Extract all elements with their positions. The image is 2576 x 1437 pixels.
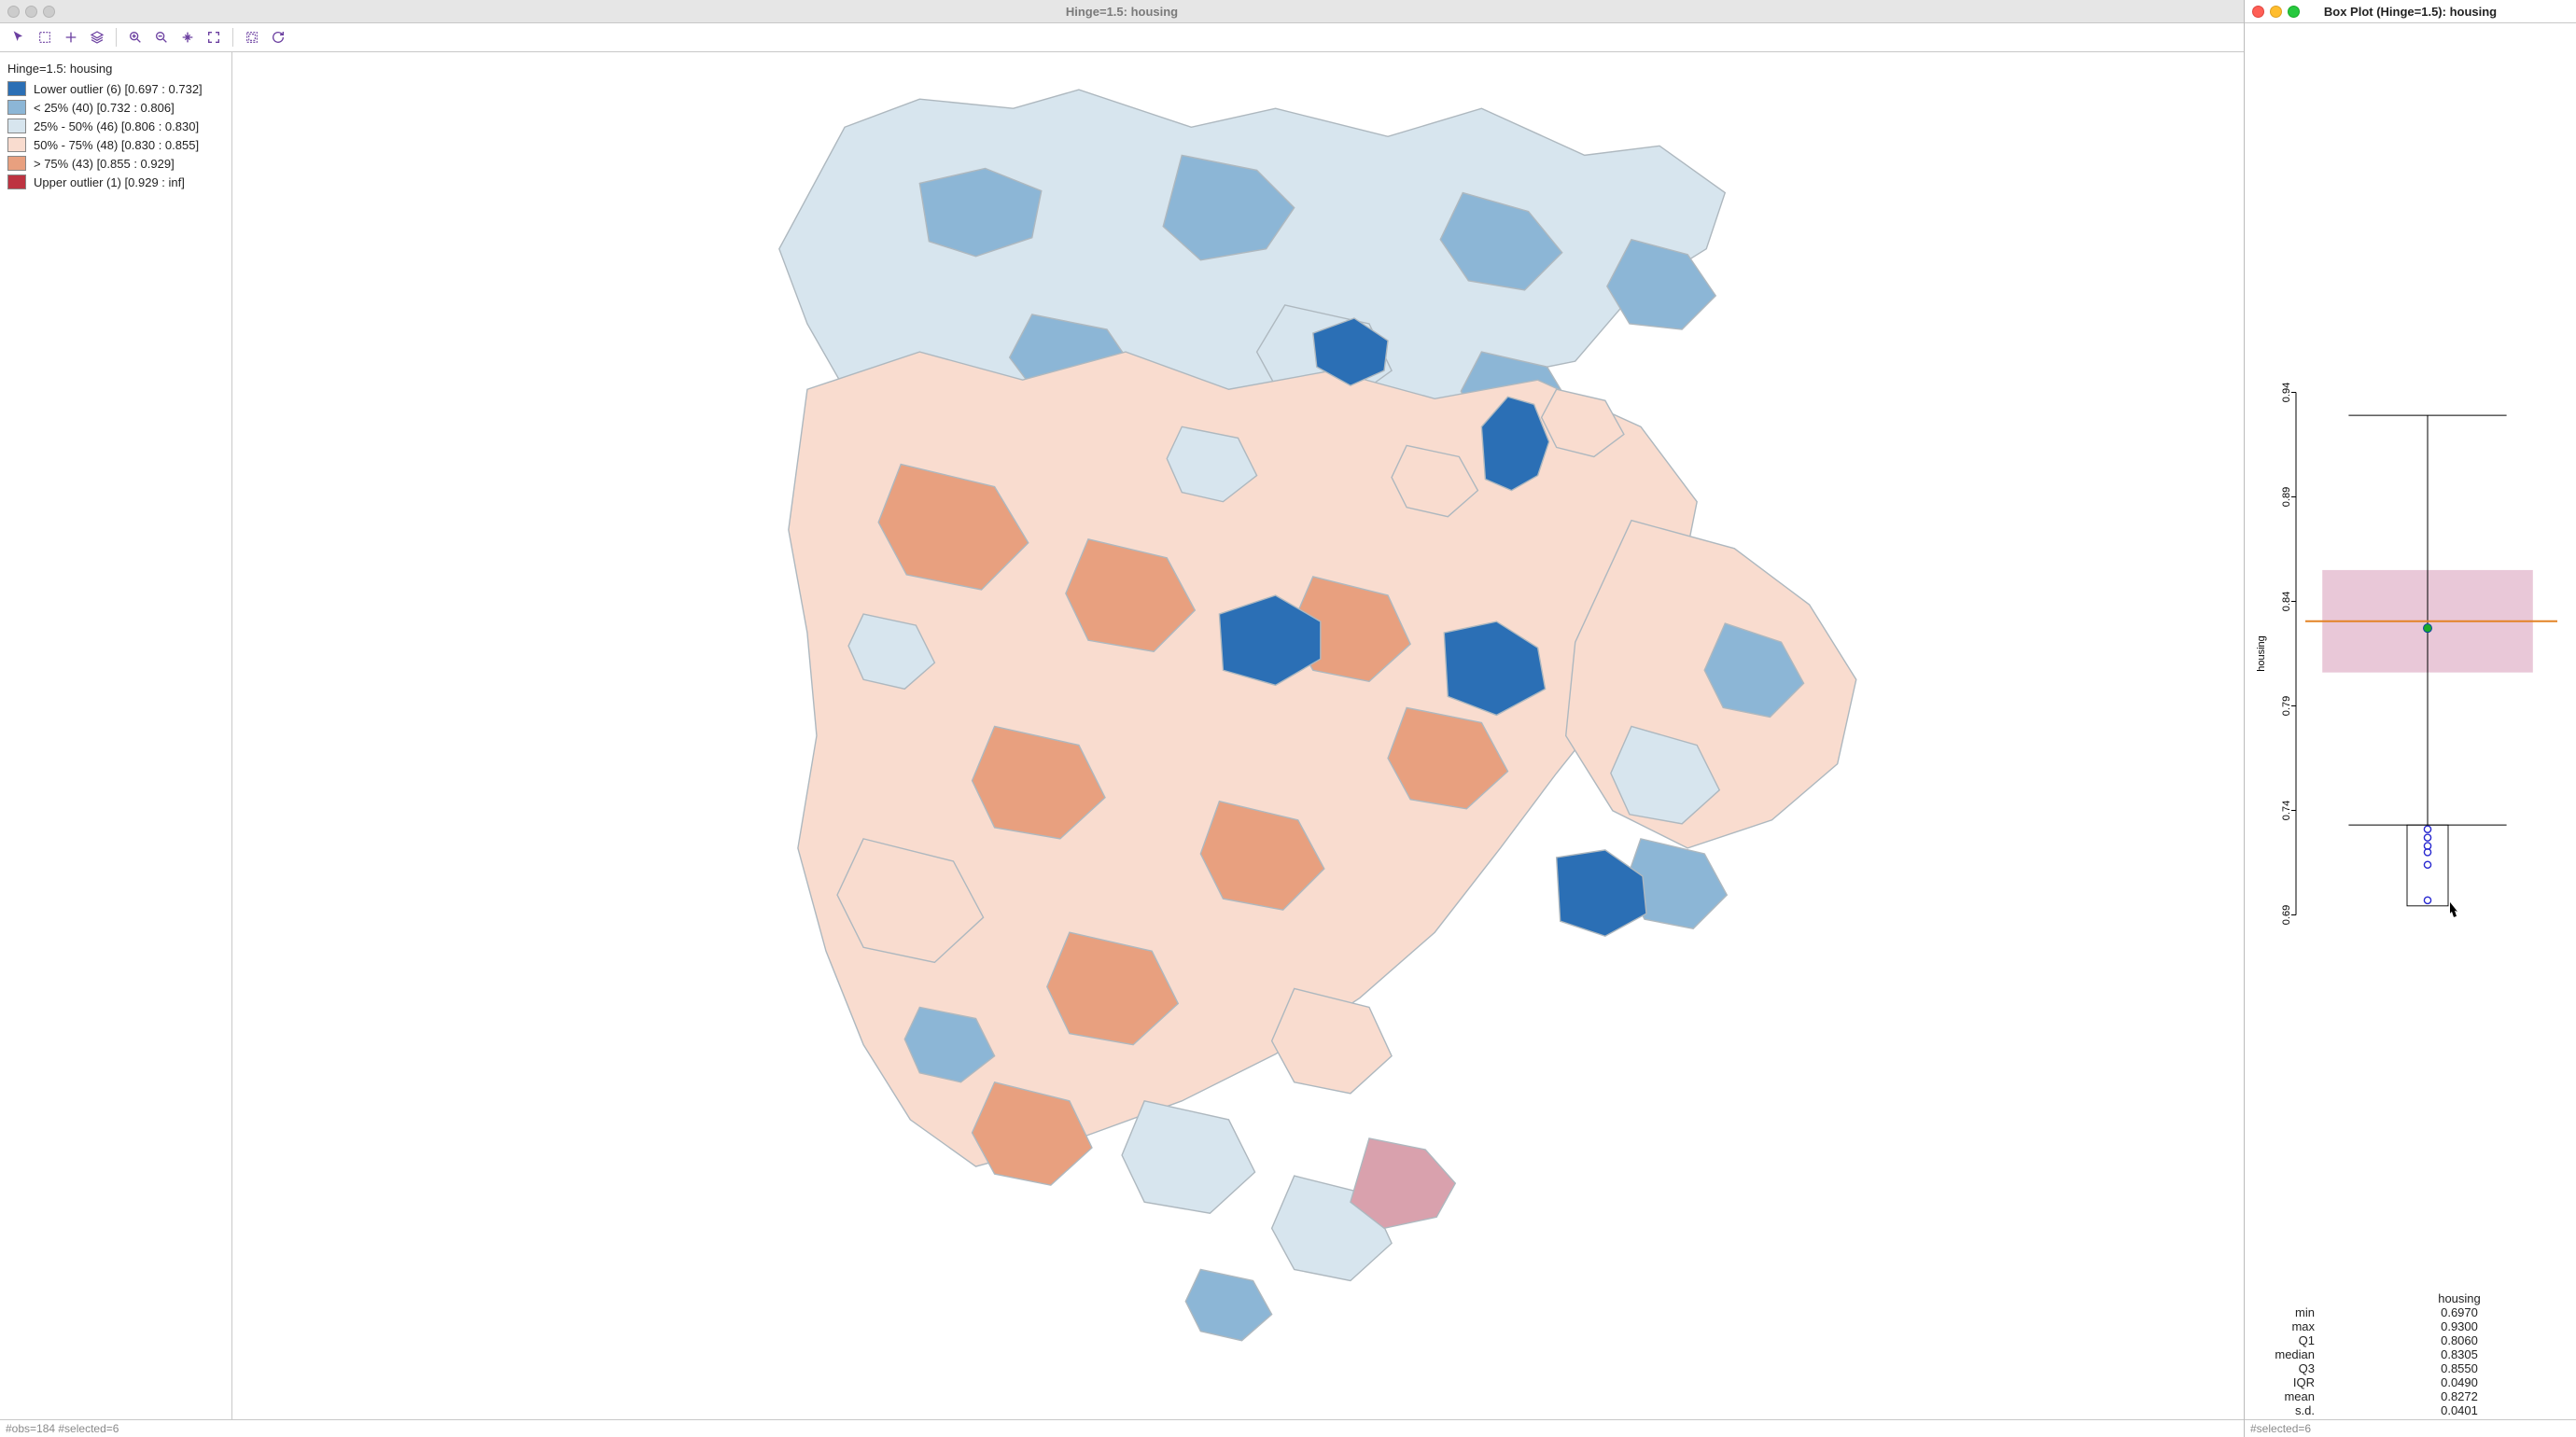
stat-value: 0.8550 [2315, 1361, 2567, 1375]
svg-text:housing: housing [2256, 635, 2267, 672]
boxplot-status-bar: #selected=6 [2245, 1419, 2576, 1437]
stat-value: 0.9300 [2315, 1319, 2567, 1333]
boxplot-titlebar[interactable]: Box Plot (Hinge=1.5): housing [2245, 0, 2576, 23]
boxplot-xlabel: housing [2315, 1291, 2567, 1305]
svg-text:0.74: 0.74 [2281, 801, 2292, 820]
boxplot-stats-table: housingmin0.6970max0.9300Q10.8060median0… [2245, 1288, 2576, 1419]
legend-swatch [7, 174, 26, 189]
toolbar-separator [232, 28, 233, 47]
legend-label: > 75% (43) [0.855 : 0.929] [34, 157, 175, 171]
legend-label: 25% - 50% (46) [0.806 : 0.830] [34, 119, 199, 133]
fit-icon[interactable] [201, 26, 227, 49]
svg-text:0.79: 0.79 [2281, 696, 2292, 716]
pan-icon[interactable] [58, 26, 84, 49]
window-controls [2252, 6, 2300, 18]
boxplot-canvas[interactable]: 0.69 0.74 0.79 0.84 0.89 0.94 housing [2245, 23, 2576, 1288]
stat-row: max0.9300 [2254, 1319, 2567, 1333]
stat-value: 0.8060 [2315, 1333, 2567, 1347]
map-window-title: Hinge=1.5: housing [0, 5, 2244, 19]
stat-value: 0.0490 [2315, 1375, 2567, 1389]
svg-text:0.69: 0.69 [2281, 905, 2292, 925]
map-status-bar: #obs=184 #selected=6 [0, 1419, 2244, 1437]
stat-value: 0.8272 [2315, 1389, 2567, 1403]
window-controls [7, 6, 55, 18]
map-titlebar[interactable]: Hinge=1.5: housing [0, 0, 2244, 23]
stat-label: Q1 [2254, 1333, 2315, 1347]
stat-label: mean [2254, 1389, 2315, 1403]
pointer-icon[interactable] [6, 26, 32, 49]
zoom-in-icon[interactable] [122, 26, 148, 49]
stat-label: median [2254, 1347, 2315, 1361]
maximize-window-button[interactable] [2288, 6, 2300, 18]
svg-text:0.89: 0.89 [2281, 487, 2292, 507]
basemap-icon[interactable] [239, 26, 265, 49]
legend-item[interactable]: 50% - 75% (48) [0.830 : 0.855] [7, 137, 224, 152]
refresh-icon[interactable] [265, 26, 291, 49]
maximize-window-button[interactable] [43, 6, 55, 18]
legend-item[interactable]: Lower outlier (6) [0.697 : 0.732] [7, 81, 224, 96]
stat-row: Q30.8550 [2254, 1361, 2567, 1375]
toolbar-separator [116, 28, 117, 47]
choropleth-map[interactable] [232, 52, 2244, 1419]
legend-swatch [7, 119, 26, 133]
map-canvas[interactable] [232, 52, 2244, 1419]
minimize-window-button[interactable] [25, 6, 37, 18]
legend-item[interactable]: 25% - 50% (46) [0.806 : 0.830] [7, 119, 224, 133]
boxplot-window: Box Plot (Hinge=1.5): housing 0.690.740.… [2245, 0, 2576, 1437]
close-window-button[interactable] [2252, 6, 2264, 18]
legend-label: < 25% (40) [0.732 : 0.806] [34, 101, 175, 115]
full-extent-icon[interactable] [175, 26, 201, 49]
legend-label: 50% - 75% (48) [0.830 : 0.855] [34, 138, 199, 152]
legend-swatch [7, 81, 26, 96]
legend-swatch [7, 137, 26, 152]
zoom-out-icon[interactable] [148, 26, 175, 49]
stat-row: median0.8305 [2254, 1347, 2567, 1361]
stat-label: min [2254, 1305, 2315, 1319]
legend-item[interactable]: > 75% (43) [0.855 : 0.929] [7, 156, 224, 171]
legend-item[interactable]: Upper outlier (1) [0.929 : inf] [7, 174, 224, 189]
legend-swatch [7, 100, 26, 115]
legend-label: Upper outlier (1) [0.929 : inf] [34, 175, 185, 189]
stat-value: 0.6970 [2315, 1305, 2567, 1319]
minimize-window-button[interactable] [2270, 6, 2282, 18]
stat-row: IQR0.0490 [2254, 1375, 2567, 1389]
map-window: Hinge=1.5: housing Hinge=1.5: housing Lo… [0, 0, 2245, 1437]
stat-value: 0.8305 [2315, 1347, 2567, 1361]
stat-row: mean0.8272 [2254, 1389, 2567, 1403]
legend-swatch [7, 156, 26, 171]
stat-label: IQR [2254, 1375, 2315, 1389]
stat-row: s.d.0.0401 [2254, 1403, 2567, 1417]
svg-text:0.84: 0.84 [2281, 592, 2292, 611]
stat-label: Q3 [2254, 1361, 2315, 1375]
select-rect-icon[interactable] [32, 26, 58, 49]
upper-outlier-region[interactable] [1351, 1138, 1455, 1228]
svg-text:0.94: 0.94 [2281, 383, 2292, 402]
stat-row: Q10.8060 [2254, 1333, 2567, 1347]
stat-label: s.d. [2254, 1403, 2315, 1417]
legend-title: Hinge=1.5: housing [7, 62, 224, 76]
toolbar [0, 23, 2244, 52]
stat-row: min0.6970 [2254, 1305, 2567, 1319]
layers-icon[interactable] [84, 26, 110, 49]
legend-item[interactable]: < 25% (40) [0.732 : 0.806] [7, 100, 224, 115]
legend-label: Lower outlier (6) [0.697 : 0.732] [34, 82, 203, 96]
stat-value: 0.0401 [2315, 1403, 2567, 1417]
stat-label: max [2254, 1319, 2315, 1333]
close-window-button[interactable] [7, 6, 20, 18]
legend-panel: Hinge=1.5: housing Lower outlier (6) [0.… [0, 52, 232, 1419]
